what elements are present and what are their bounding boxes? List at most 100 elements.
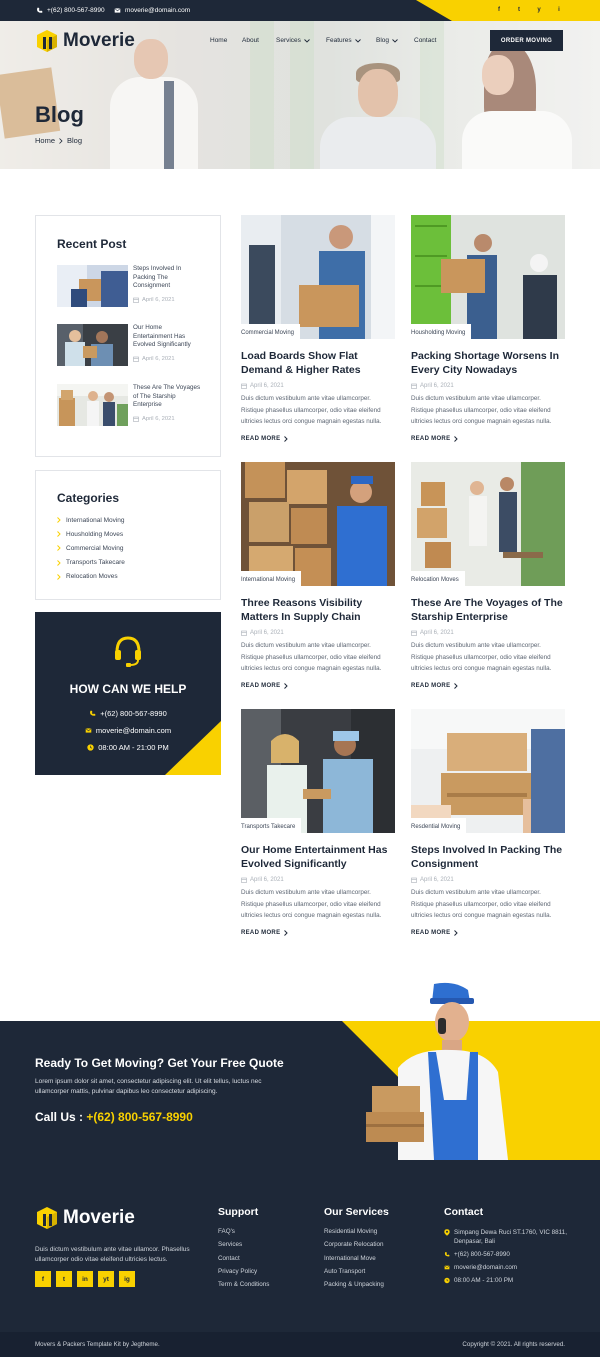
box-logo-icon [37, 30, 57, 52]
post-category-tag[interactable]: Transports Takecare [241, 818, 302, 833]
read-more-link[interactable]: READ MORE [241, 930, 395, 936]
twitter-icon[interactable]: t [56, 1271, 72, 1287]
recent-post-thumbnail[interactable] [57, 324, 128, 366]
post-category-tag[interactable]: International Moving [241, 571, 302, 586]
linkedin-icon[interactable]: in [77, 1271, 93, 1287]
post-date: April 6, 2021 [241, 383, 395, 389]
help-email[interactable]: moverie@domain.com [35, 726, 221, 735]
recent-post-title[interactable]: Steps Involved In Packing The Consignmen… [133, 265, 201, 291]
post-title[interactable]: Load Boards Show Flat Demand & Higher Ra… [241, 349, 395, 377]
categories-widget: Categories International Moving Houshold… [35, 470, 221, 600]
post-image[interactable]: Commercial Moving [241, 215, 395, 339]
read-more-link[interactable]: READ MORE [241, 436, 395, 442]
category-item[interactable]: International Moving [57, 513, 125, 527]
chevron-right-icon [454, 929, 459, 936]
footer-social: f t in yt ig [35, 1271, 135, 1287]
post-category-tag[interactable]: Commercial Moving [241, 324, 301, 339]
post-excerpt: Duis dictum vestibulum ante vitae ullamc… [411, 395, 552, 425]
calendar-icon [241, 630, 247, 636]
post-title[interactable]: Steps Involved In Packing The Consignmen… [411, 843, 565, 871]
page-title: Blog [35, 102, 84, 127]
read-more-link[interactable]: READ MORE [411, 930, 565, 936]
site-logo[interactable]: Moverie [35, 28, 135, 54]
footer-link[interactable]: FAQ's [218, 1228, 269, 1241]
site-footer: Moverie Duis dictum vestibulum ante vita… [0, 1160, 600, 1332]
footer-link[interactable]: Residential Moving [324, 1228, 384, 1241]
footer-link[interactable]: Packing & Unpacking [324, 1281, 384, 1294]
nav-contact[interactable]: Contact [414, 37, 436, 44]
phone-icon [90, 710, 96, 716]
category-item[interactable]: Transports Takecare [57, 556, 125, 570]
top-email[interactable]: moverie@domain.com [114, 7, 190, 14]
top-phone[interactable]: +(62) 800-567-8990 [36, 7, 105, 14]
top-bar: +(62) 800-567-8990 moverie@domain.com f … [0, 0, 600, 21]
post-category-tag[interactable]: Resdential Moving [411, 818, 467, 833]
footer-logo[interactable]: Moverie [35, 1205, 135, 1231]
facebook-icon[interactable]: f [35, 1271, 51, 1287]
order-moving-button[interactable]: ORDER MOVING [490, 30, 563, 51]
post-title[interactable]: Packing Shortage Worsens In Every City N… [411, 349, 565, 377]
recent-posts-widget: Recent Post Steps Involved In Packing Th… [35, 215, 221, 457]
footer-link[interactable]: Corporate Relocation [324, 1241, 384, 1254]
post-date: April 6, 2021 [411, 630, 565, 636]
footer-support-title: Support [218, 1206, 259, 1218]
recent-post-date: April 6, 2021 [133, 297, 201, 303]
instagram-icon[interactable]: i [554, 5, 564, 15]
post-image[interactable]: Housholding Moving [411, 215, 565, 339]
post-date: April 6, 2021 [241, 877, 395, 883]
footer-email[interactable]: moverie@domain.com [444, 1263, 574, 1272]
category-item[interactable]: Commercial Moving [57, 541, 125, 555]
footer-link[interactable]: Services [218, 1241, 269, 1254]
recent-post-thumbnail[interactable] [57, 384, 128, 426]
cta-text: Lorem ipsum dolor sit amet, consectetur … [35, 1078, 262, 1095]
recent-post-title[interactable]: Our Home Entertainment Has Evolved Signi… [133, 324, 201, 350]
footer-phone[interactable]: +(62) 800-567-8990 [444, 1250, 574, 1259]
post-excerpt: Duis dictum vestibulum ante vitae ullamc… [411, 889, 552, 919]
post-title[interactable]: These Are The Voyages of The Starship En… [411, 596, 565, 624]
recent-post-item[interactable]: Our Home Entertainment Has Evolved Signi… [57, 324, 201, 366]
nav-about[interactable]: About [242, 37, 276, 44]
breadcrumb: Home Blog [35, 136, 82, 145]
recent-post-item[interactable]: Steps Involved In Packing The Consignmen… [57, 265, 201, 307]
post-image[interactable]: International Moving [241, 462, 395, 586]
post-image[interactable]: Transports Takecare [241, 709, 395, 833]
recent-post-thumbnail[interactable] [57, 265, 128, 307]
footer-link[interactable]: Term & Conditions [218, 1281, 269, 1294]
facebook-icon[interactable]: f [494, 5, 504, 15]
footer-link[interactable]: International Move [324, 1255, 384, 1268]
twitter-icon[interactable]: t [514, 5, 524, 15]
nav-blog[interactable]: Blog [376, 37, 414, 44]
post-image[interactable]: Relocation Moves [411, 462, 565, 586]
youtube-icon[interactable]: yt [98, 1271, 114, 1287]
nav-home[interactable]: Home [210, 37, 242, 44]
cta-call[interactable]: Call Us : +(62) 800-567-8990 [35, 1110, 193, 1124]
footer-link[interactable]: Auto Transport [324, 1268, 384, 1281]
recent-post-item[interactable]: These Are The Voyages of The Starship En… [57, 384, 201, 426]
read-more-link[interactable]: READ MORE [241, 683, 395, 689]
main-nav: Home About Services Features Blog Contac… [210, 37, 436, 44]
post-title[interactable]: Our Home Entertainment Has Evolved Signi… [241, 843, 395, 871]
post-category-tag[interactable]: Housholding Moving [411, 324, 472, 339]
nav-services[interactable]: Services [276, 37, 326, 44]
read-more-link[interactable]: READ MORE [411, 683, 565, 689]
top-email-text: moverie@domain.com [125, 7, 191, 14]
post-title[interactable]: Three Reasons Visibility Matters In Supp… [241, 596, 395, 624]
read-more-link[interactable]: READ MORE [411, 436, 565, 442]
copyright-bar: Movers & Packers Template Kit by Jegthem… [0, 1332, 600, 1357]
cta-phone-number[interactable]: +(62) 800-567-8990 [86, 1110, 192, 1124]
post-category-tag[interactable]: Relocation Moves [411, 571, 465, 586]
category-item[interactable]: Housholding Moves [57, 527, 125, 541]
nav-features[interactable]: Features [326, 37, 376, 44]
chevron-down-icon [304, 38, 310, 43]
footer-link[interactable]: Contact [218, 1255, 269, 1268]
post-image[interactable]: Resdential Moving [411, 709, 565, 833]
help-phone[interactable]: +(62) 800-567-8990 [35, 709, 221, 718]
youtube-icon[interactable]: y [534, 5, 544, 15]
credit-text[interactable]: Movers & Packers Template Kit by Jegthem… [35, 1341, 160, 1348]
category-item[interactable]: Relocation Moves [57, 570, 125, 584]
instagram-icon[interactable]: ig [119, 1271, 135, 1287]
chevron-right-icon [57, 559, 61, 566]
recent-post-title[interactable]: These Are The Voyages of The Starship En… [133, 384, 201, 410]
footer-link[interactable]: Privacy Policy [218, 1268, 269, 1281]
breadcrumb-home[interactable]: Home [35, 136, 55, 145]
